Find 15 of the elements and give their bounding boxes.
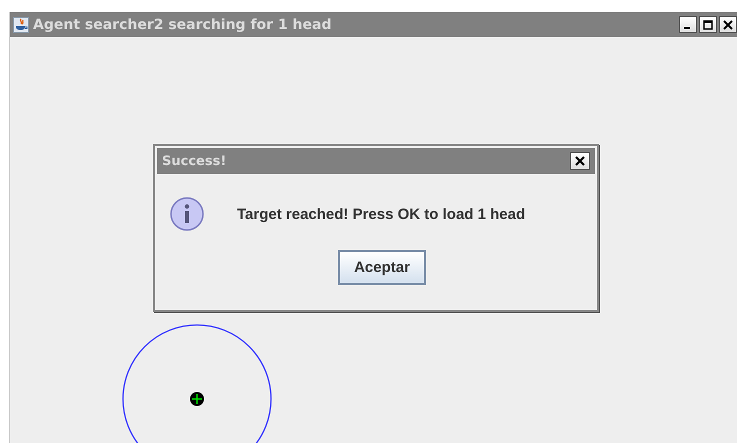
maximize-icon <box>703 20 713 30</box>
dialog-title: Success! <box>162 154 226 168</box>
cup-icon <box>13 16 29 32</box>
minimize-button[interactable] <box>679 16 697 33</box>
window-title: Agent searcher2 searching for 1 head <box>33 16 332 32</box>
close-icon <box>575 156 585 166</box>
agent-marker <box>190 392 204 406</box>
close-button[interactable] <box>719 16 737 33</box>
minimize-icon <box>684 27 690 29</box>
close-button[interactable] <box>570 152 590 170</box>
close-icon <box>723 20 733 30</box>
accept-button[interactable]: Aceptar <box>338 250 426 285</box>
maximize-button[interactable] <box>699 16 717 33</box>
dialog-message: Target reached! Press OK to load 1 head <box>237 206 526 222</box>
info-icon <box>169 196 205 232</box>
